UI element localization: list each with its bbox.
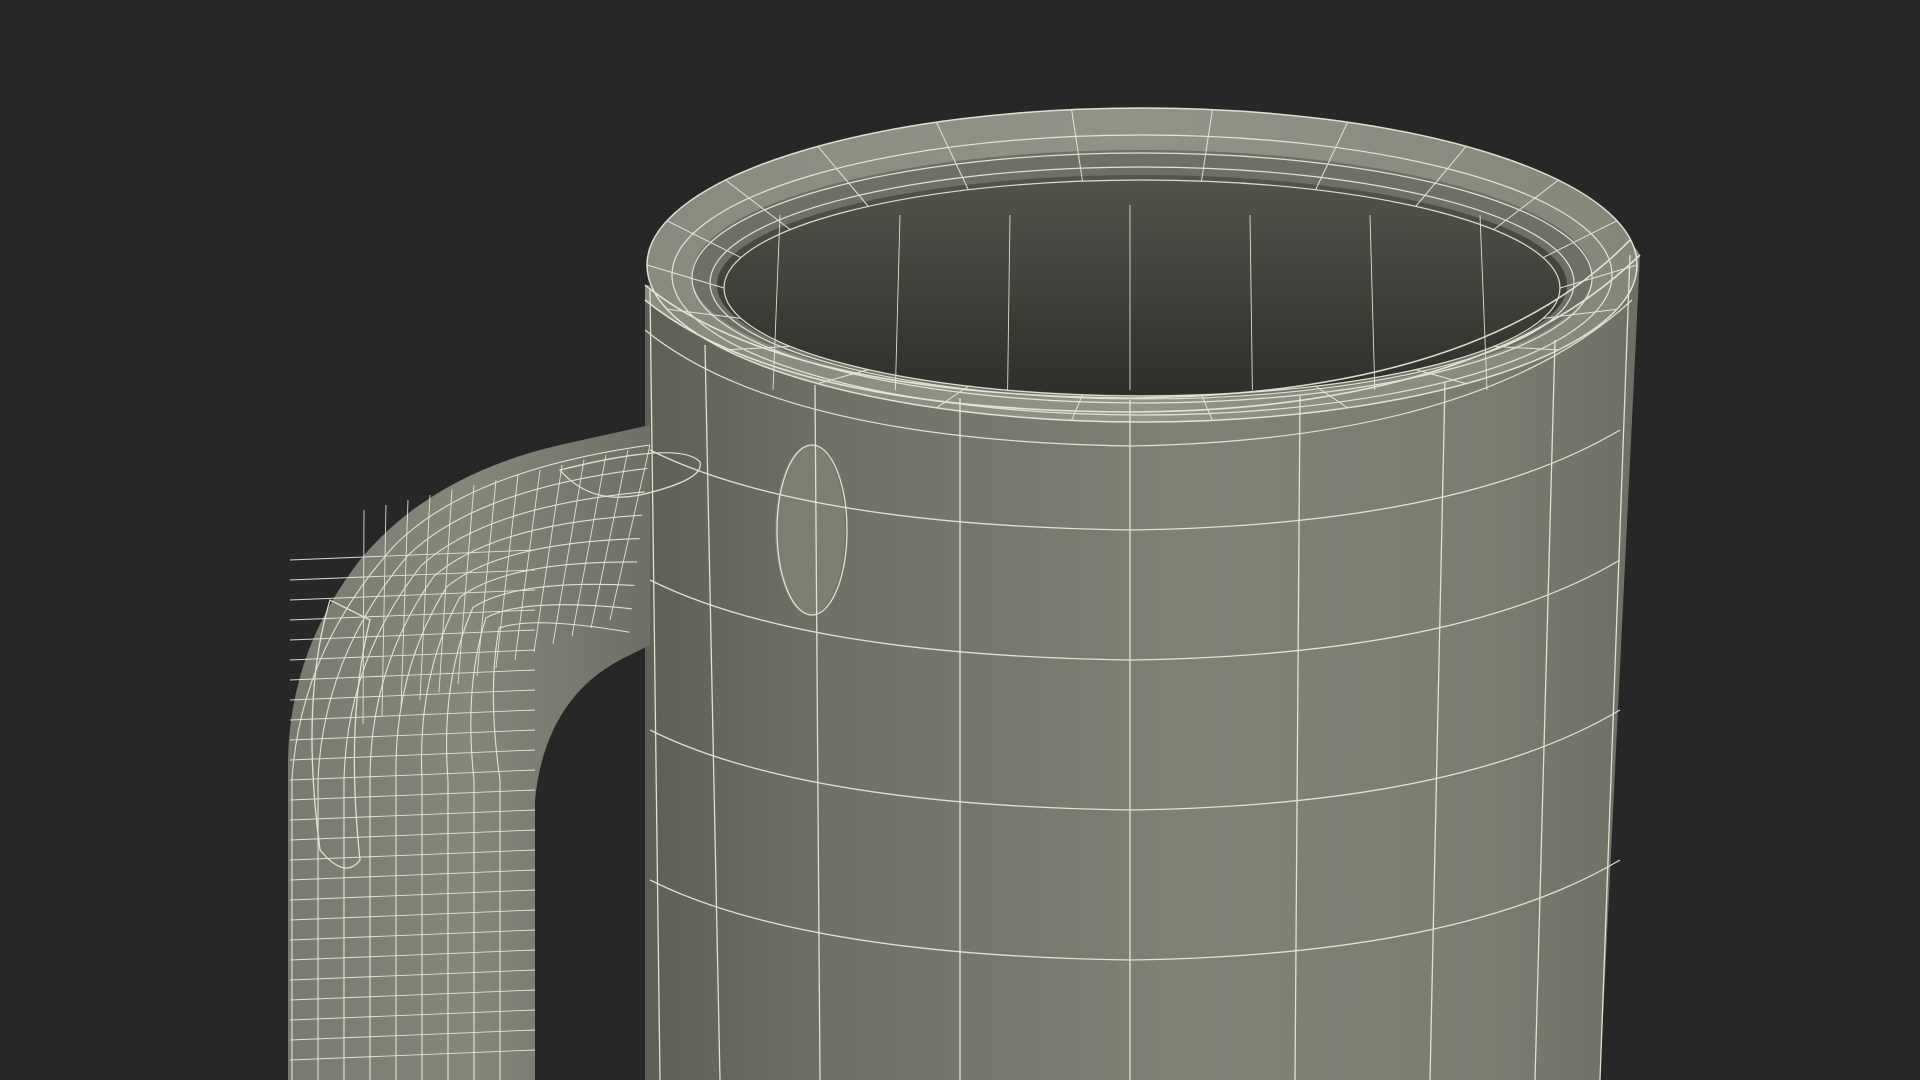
mug-wireframe-render (288, 107, 1641, 1080)
mug-rim (647, 108, 1637, 422)
